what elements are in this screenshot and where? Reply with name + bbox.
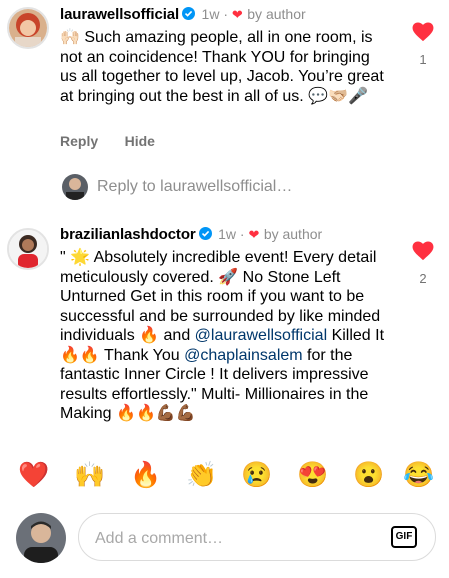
- verified-badge-icon: [182, 7, 196, 20]
- emoji-clapping-button[interactable]: 👏: [185, 457, 219, 493]
- like-count: 2: [419, 271, 427, 286]
- mention-chaplainsalem[interactable]: @chaplainsalem: [184, 347, 303, 364]
- hide-button[interactable]: Hide: [125, 133, 155, 149]
- comment-composer: GIF: [78, 513, 436, 561]
- by-author-label: by author: [263, 226, 323, 242]
- comment-text: " 🌟 Absolutely incredible event! Every d…: [60, 249, 385, 422]
- username[interactable]: brazilianlashdoctor: [60, 226, 196, 243]
- avatar-brazilianlashdoctor[interactable]: [7, 228, 49, 270]
- comment-time: 1w: [218, 226, 236, 242]
- emoji-quick-bar: ❤️ 🙌 🔥 👏 😢 😍 😮 😂: [0, 457, 449, 493]
- emoji-laughing-button[interactable]: 😂: [402, 457, 436, 493]
- author-liked-heart-icon: ❤: [248, 227, 260, 242]
- emoji-crying-button[interactable]: 😢: [240, 457, 274, 493]
- gif-icon[interactable]: GIF: [391, 526, 417, 548]
- comment-text: 🙌🏻 Such amazing people, all in one room,…: [60, 29, 384, 105]
- reply-button[interactable]: Reply: [60, 133, 98, 149]
- emoji-heart-eyes-button[interactable]: 😍: [296, 457, 330, 493]
- username[interactable]: laurawellsofficial: [60, 6, 179, 23]
- my-avatar-small: [62, 174, 88, 200]
- avatar-image: [9, 230, 47, 268]
- emoji-raised-hands-button[interactable]: 🙌: [73, 457, 107, 493]
- comment-time: 1w: [201, 6, 220, 22]
- like-heart-icon[interactable]: [412, 241, 434, 261]
- verified-badge-icon: [198, 227, 212, 240]
- like-count: 1: [419, 52, 427, 67]
- my-avatar[interactable]: [16, 513, 66, 563]
- reply-prompt-text[interactable]: Reply to laurawellsofficial…: [97, 178, 292, 196]
- comment-input[interactable]: [93, 526, 367, 552]
- emoji-heart-button[interactable]: ❤️: [17, 457, 51, 493]
- author-liked-heart-icon: ❤: [231, 7, 243, 22]
- like-heart-icon[interactable]: [412, 22, 434, 42]
- emoji-surprised-button[interactable]: 😮: [352, 457, 386, 493]
- mention-laurawellsofficial[interactable]: @laurawellsofficial: [195, 327, 327, 344]
- emoji-fire-button[interactable]: 🔥: [129, 457, 163, 493]
- avatar-image: [9, 9, 47, 47]
- by-author-label: by author: [247, 6, 306, 22]
- avatar-laurawellsofficial[interactable]: [7, 7, 49, 49]
